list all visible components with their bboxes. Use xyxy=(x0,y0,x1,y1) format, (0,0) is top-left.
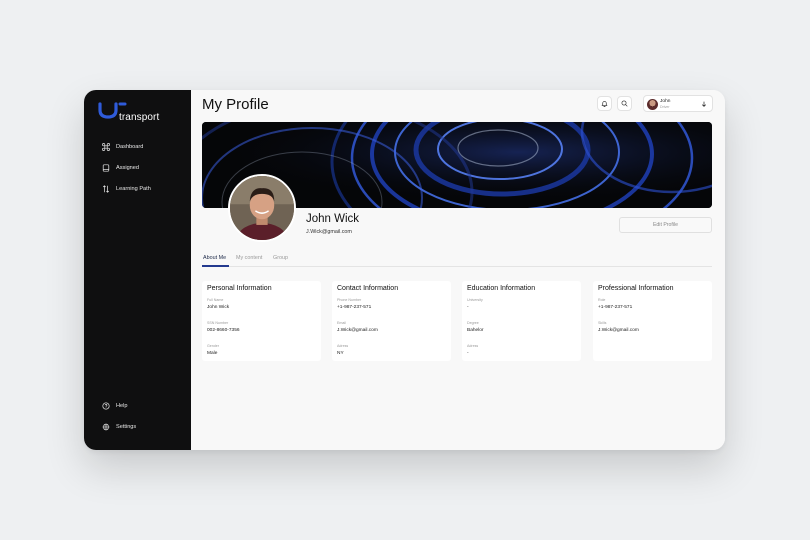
sidebar-item-label: Settings xyxy=(116,424,137,430)
sidebar: transport Dashboard Assigned Learning Pa… xyxy=(84,90,191,450)
sidebar-item-label: Learning Path xyxy=(116,186,151,192)
field-value: J.Wick@gmail.com xyxy=(598,328,639,333)
edit-profile-button[interactable]: Edit Profile xyxy=(619,217,712,233)
profile-name: John Wick xyxy=(306,213,360,225)
tab-group[interactable]: Group xyxy=(273,255,288,261)
field-value: John Wick xyxy=(207,305,230,310)
search-button[interactable] xyxy=(617,96,632,111)
field-label: University xyxy=(467,298,483,302)
arrow-down-icon xyxy=(701,101,707,107)
profile-email: J.Wick@gmail.com xyxy=(306,229,352,235)
field-label: Gender xyxy=(207,344,219,348)
notifications-button[interactable] xyxy=(597,96,612,111)
field-value: - xyxy=(467,351,469,356)
profile-tabs: About Me My content Group xyxy=(202,253,712,267)
sidebar-item-label: Help xyxy=(116,403,128,409)
page-title: My Profile xyxy=(202,96,269,113)
field-value: Male xyxy=(207,351,218,356)
field-label: Email xyxy=(337,321,346,325)
user-menu[interactable]: John Driver xyxy=(643,95,713,112)
field-value: J.Wick@gmail.com xyxy=(337,328,378,333)
professional-information-card: Professional Information Role +1-987-237… xyxy=(593,281,712,361)
main-content: My Profile John Driver John Wick J.Wick@… xyxy=(191,90,725,450)
field-label: SSN Number xyxy=(207,321,229,325)
search-icon xyxy=(621,100,628,107)
field-value: 002-8660-7356 xyxy=(207,328,240,333)
personal-information-card: Personal Information Full Name John Wick… xyxy=(202,281,321,361)
sidebar-item-assigned[interactable]: Assigned xyxy=(102,164,188,172)
brand-logo[interactable]: transport xyxy=(98,102,168,126)
education-information-card: Education Information University - Degre… xyxy=(462,281,581,361)
card-title: Contact Information xyxy=(337,285,399,292)
user-role: Driver xyxy=(660,105,670,109)
field-value: Bahelor xyxy=(467,328,484,333)
card-title: Professional Information xyxy=(598,285,674,292)
field-value: NY xyxy=(337,351,344,356)
gear-icon xyxy=(102,423,110,431)
brand-name: transport xyxy=(119,112,160,123)
sidebar-item-label: Dashboard xyxy=(116,144,144,150)
tab-about-me[interactable]: About Me xyxy=(203,255,226,261)
command-icon xyxy=(102,143,110,151)
help-circle-icon xyxy=(102,402,110,410)
field-label: Role xyxy=(598,298,606,302)
card-title: Personal Information xyxy=(207,285,272,292)
field-label: Degree xyxy=(467,321,479,325)
field-value: - xyxy=(467,305,469,310)
field-label: Adress xyxy=(337,344,349,348)
book-icon xyxy=(102,164,110,172)
field-value: +1-987-237-571 xyxy=(337,305,372,310)
sidebar-item-learning-path[interactable]: Learning Path xyxy=(102,185,188,193)
avatar xyxy=(647,99,658,110)
user-name: John xyxy=(660,99,671,104)
app-window: transport Dashboard Assigned Learning Pa… xyxy=(84,90,725,450)
tab-my-content[interactable]: My content xyxy=(236,255,262,261)
sort-arrows-icon xyxy=(102,185,110,193)
field-value: +1-987-237-571 xyxy=(598,305,633,310)
sidebar-item-label: Assigned xyxy=(116,165,140,171)
bell-icon xyxy=(601,101,608,107)
card-title: Education Information xyxy=(467,285,536,292)
profile-avatar[interactable] xyxy=(228,174,296,242)
sidebar-item-dashboard[interactable]: Dashboard xyxy=(102,143,188,151)
sidebar-item-settings[interactable]: Settings xyxy=(102,423,188,431)
field-label: Phone Number xyxy=(337,298,362,302)
sidebar-item-help[interactable]: Help xyxy=(102,402,188,410)
field-label: Skills xyxy=(598,321,607,325)
active-tab-indicator xyxy=(202,265,229,267)
field-label: Adress xyxy=(467,344,479,348)
contact-information-card: Contact Information Phone Number +1-987-… xyxy=(332,281,451,361)
field-label: Full Name xyxy=(207,298,224,302)
